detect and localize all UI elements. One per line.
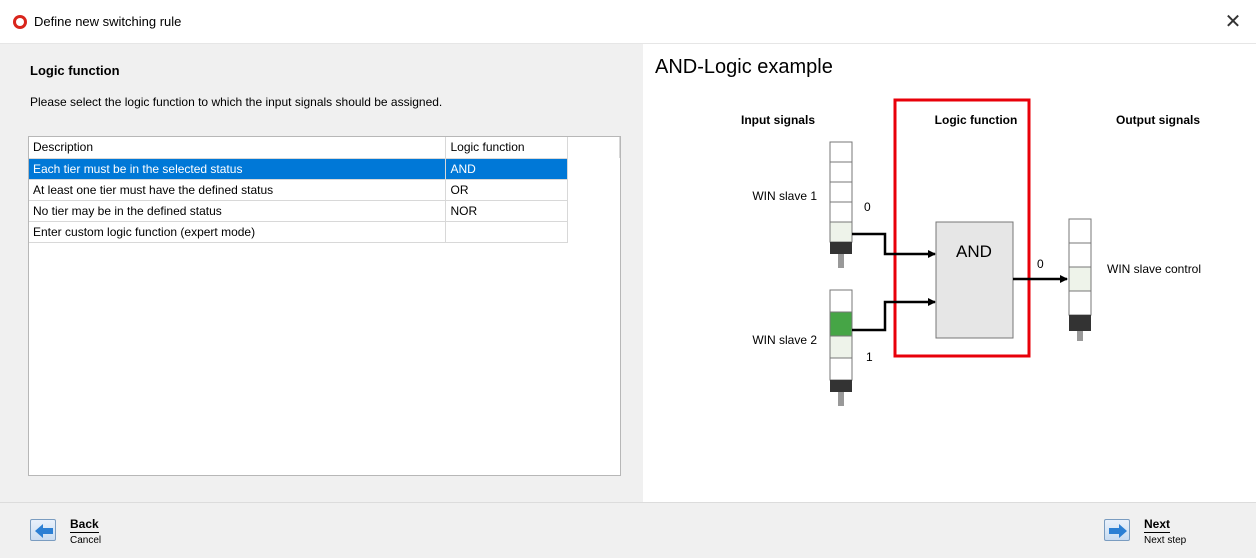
signal-tower-slave-1-icon — [829, 141, 853, 268]
row-description: Enter custom logic function (expert mode… — [29, 221, 447, 243]
slave-1-value: 0 — [864, 200, 871, 214]
and-logic-diagram: Input signals Logic function Output sign… — [741, 98, 1201, 406]
slave-2-value: 1 — [866, 350, 873, 364]
title-bar: Define new switching rule ✕ — [0, 0, 1256, 44]
row-logic — [445, 221, 569, 243]
row-logic: AND — [445, 158, 569, 180]
next-button[interactable]: Next Next step — [1104, 515, 1214, 549]
table-row[interactable]: Each tier must be in the selected status… — [29, 158, 620, 180]
signal-tower-control-icon — [1068, 218, 1092, 341]
output-signals-heading: Output signals — [1116, 113, 1200, 127]
back-label: Back — [70, 517, 99, 533]
next-label: Next — [1144, 517, 1171, 533]
left-panel: Logic function Please select the logic f… — [0, 44, 643, 502]
row-description: No tier may be in the defined status — [29, 200, 447, 222]
row-logic: OR — [445, 179, 569, 201]
column-header-logic-function[interactable]: Logic function — [445, 137, 569, 159]
input-signals-heading: Input signals — [741, 113, 815, 127]
table-row[interactable]: At least one tier must have the defined … — [29, 179, 620, 201]
back-button[interactable]: Back Cancel — [30, 515, 120, 549]
slave-2-label: WIN slave 2 — [752, 333, 817, 347]
back-sublabel: Cancel — [70, 535, 102, 546]
output-value: 0 — [1037, 257, 1044, 271]
column-header-empty — [567, 137, 620, 158]
next-arrow-icon — [1104, 519, 1130, 541]
app-logo-icon — [13, 15, 27, 29]
signal-tower-slave-2-icon — [829, 289, 853, 406]
logic-function-heading: Logic function — [935, 113, 1018, 127]
table-header-row: Description Logic function — [29, 137, 620, 159]
and-gate-label: AND — [956, 242, 992, 261]
footer-bar: Back Cancel Next Next step — [0, 502, 1256, 558]
close-button[interactable]: ✕ — [1218, 8, 1248, 38]
row-description: Each tier must be in the selected status — [29, 158, 447, 180]
back-arrow-icon — [30, 519, 56, 541]
slave-1-label: WIN slave 1 — [752, 189, 817, 203]
section-title: Logic function — [30, 63, 120, 78]
example-panel: AND-Logic example Input signals Logic fu… — [643, 44, 1256, 502]
section-description: Please select the logic function to whic… — [30, 95, 443, 109]
output-label: WIN slave control — [1107, 262, 1201, 276]
logic-function-table[interactable]: Description Logic function Each tier mus… — [28, 136, 621, 476]
table-row[interactable]: Enter custom logic function (expert mode… — [29, 221, 620, 243]
close-icon: ✕ — [1224, 11, 1242, 33]
and-gate-box — [935, 221, 1014, 339]
row-logic: NOR — [445, 200, 569, 222]
table-row[interactable]: No tier may be in the defined status NOR — [29, 200, 620, 222]
column-header-description[interactable]: Description — [29, 137, 447, 159]
next-sublabel: Next step — [1144, 535, 1187, 546]
row-description: At least one tier must have the defined … — [29, 179, 447, 201]
window-title: Define new switching rule — [34, 14, 182, 29]
